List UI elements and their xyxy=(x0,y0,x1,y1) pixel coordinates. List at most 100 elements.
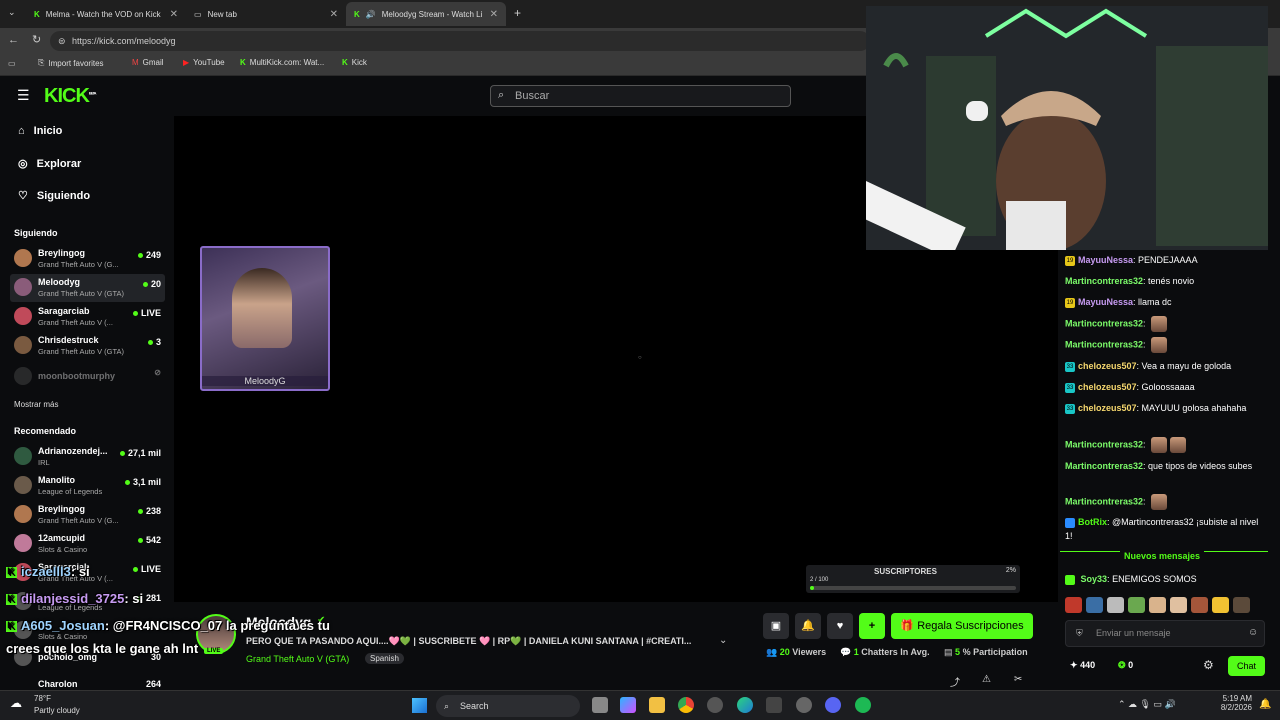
subscribe-plus-button[interactable]: + xyxy=(859,613,885,639)
close-icon[interactable]: ✕ xyxy=(490,9,498,20)
clock[interactable]: 5:19 AM 8/2/2026 xyxy=(1220,694,1252,712)
bookmark-gmail[interactable]: M Gmail xyxy=(132,58,164,67)
kicks-counter[interactable]: ❂ 0 xyxy=(1118,660,1133,671)
chat-username[interactable]: Martincontreras32 xyxy=(1065,496,1143,506)
close-icon[interactable]: ✕ xyxy=(170,9,178,20)
chat-message[interactable]: Martincontreras32: xyxy=(1065,437,1265,453)
share-icon[interactable]: ⤴ xyxy=(950,674,960,689)
follow-heart-button[interactable]: ♥ xyxy=(827,613,853,639)
chat-message[interactable]: Martincontreras32: xyxy=(1065,337,1265,353)
chat-message[interactable]: 19 MayuuNessa: PENDEJAAAA xyxy=(1065,253,1265,267)
emote-icon[interactable] xyxy=(1065,597,1082,613)
recommended-channel[interactable]: Charolon 264 xyxy=(10,672,165,690)
chat-message[interactable]: 19 MayuuNessa: llama dc xyxy=(1065,295,1265,309)
task-view-icon[interactable] xyxy=(592,697,608,713)
tab-new[interactable]: ▭ New tab ✕ xyxy=(186,2,346,26)
chat-username[interactable]: Martincontreras32 xyxy=(1065,439,1143,449)
emote-icon[interactable] xyxy=(1212,597,1229,613)
back-icon[interactable]: ← xyxy=(8,34,19,46)
tab-actions-icon[interactable]: ⌄ xyxy=(8,7,16,18)
nav-siguiendo[interactable]: ♡ Siguiendo xyxy=(18,189,90,203)
chat-message[interactable]: Martincontreras32: que tipos de videos s… xyxy=(1065,459,1265,473)
nav-inicio[interactable]: ⌂ Inicio xyxy=(18,125,62,137)
app-icon[interactable] xyxy=(766,697,782,713)
emote-icon[interactable] xyxy=(1149,597,1166,613)
bookmark-import[interactable]: ⎘ Import favorites xyxy=(38,58,104,68)
chat-message[interactable]: Martincontreras32: tenés novio xyxy=(1065,274,1265,288)
chat-username[interactable]: Martincontreras32 xyxy=(1065,339,1143,349)
chat-settings-icon[interactable]: ⚙ xyxy=(1203,658,1214,672)
bookmark-kick[interactable]: K Kick xyxy=(342,58,367,67)
spotify-icon[interactable] xyxy=(855,697,871,713)
bookmark-youtube[interactable]: ▶ YouTube xyxy=(183,58,225,67)
following-channel[interactable]: Meloodyg Grand Theft Auto V (GTA) 20 xyxy=(10,274,165,302)
close-icon[interactable]: ✕ xyxy=(330,9,338,20)
tab-meloodyg[interactable]: K 🔊 Meloodyg Stream - Watch Li... ✕ xyxy=(346,2,506,26)
kick-logo[interactable]: KICKBETA xyxy=(44,85,96,108)
new-messages-divider[interactable]: Nuevos mensajes xyxy=(1060,551,1268,563)
emote-icon[interactable] xyxy=(1107,597,1124,613)
url-field[interactable]: ⊜ https://kick.com/meloodyg xyxy=(50,31,870,51)
chat-username[interactable]: Martincontreras32 xyxy=(1065,276,1143,286)
category-link[interactable]: Grand Theft Auto V (GTA) xyxy=(246,654,349,664)
menu-icon[interactable]: ☰ xyxy=(17,87,30,104)
chat-username[interactable]: BotRix xyxy=(1078,517,1107,527)
following-channel[interactable]: Chrisdestruck Grand Theft Auto V (GTA) 3 xyxy=(10,332,165,360)
theatre-mode-button[interactable]: ▣ xyxy=(763,613,789,639)
emoji-icon[interactable]: ☺ xyxy=(1248,627,1258,638)
chat-message[interactable]: Soy33: ENEMIGOS SOMOS xyxy=(1065,572,1265,586)
emote-icon[interactable] xyxy=(1233,597,1250,613)
following-channel[interactable]: Breylingog Grand Theft Auto V (G... 249 xyxy=(10,245,165,273)
chat-message[interactable]: BotRix: @Martincontreras32 ¡subiste al n… xyxy=(1065,515,1265,543)
chat-input[interactable]: ⛨ Enviar un mensaje ☺ xyxy=(1065,620,1265,647)
reading-list-icon[interactable]: ▭ xyxy=(8,59,16,68)
chat-username[interactable]: MayuuNessa xyxy=(1078,255,1133,265)
following-channel[interactable]: Saragarciab Grand Theft Auto V (... LIVE xyxy=(10,303,165,331)
chat-message[interactable]: 33 chelozeus507: MAYUUU golosa ahahaha xyxy=(1065,401,1265,415)
language-tag[interactable]: Spanish xyxy=(365,653,404,664)
expand-title-icon[interactable]: ⌄ xyxy=(719,635,727,646)
show-more-link[interactable]: Mostrar más xyxy=(14,400,58,409)
file-explorer-icon[interactable] xyxy=(649,697,665,713)
copilot-icon[interactable] xyxy=(620,697,636,713)
nav-explorar[interactable]: ◎ Explorar xyxy=(18,157,81,171)
emote-icon[interactable] xyxy=(1128,597,1145,613)
emote-icon[interactable] xyxy=(1086,597,1103,613)
gift-subs-button[interactable]: 🎁 Regala Suscripciones xyxy=(891,613,1033,639)
following-channel-offline[interactable]: moonbootmurphy ⊘ xyxy=(10,363,165,391)
emote-icon[interactable] xyxy=(1191,597,1208,613)
emote-tray[interactable] xyxy=(1065,597,1265,613)
chrome-icon[interactable] xyxy=(678,697,694,713)
bookmark-multikick[interactable]: K MultiKick.com: Wat... xyxy=(240,58,324,67)
recommended-channel[interactable]: Manolito League of Legends 3,1 mil xyxy=(10,472,165,500)
chat-username[interactable]: Martincontreras32 xyxy=(1065,461,1143,471)
app-icon[interactable] xyxy=(707,697,723,713)
clip-icon[interactable]: ✂ xyxy=(1014,674,1022,685)
settings-icon[interactable] xyxy=(796,697,812,713)
chat-message[interactable]: 33 chelozeus507: Vea a mayu de goloda xyxy=(1065,359,1265,373)
chat-username[interactable]: chelozeus507 xyxy=(1078,403,1137,413)
reload-icon[interactable]: ↻ xyxy=(32,33,41,46)
tab-melma[interactable]: K Melma - Watch the VOD on Kick ✕ xyxy=(26,2,186,26)
new-tab-icon[interactable]: + xyxy=(514,6,521,20)
search-input[interactable]: Buscar xyxy=(490,85,791,107)
chat-username[interactable]: Martincontreras32 xyxy=(1065,318,1143,328)
recommended-channel[interactable]: 12amcupid Slots & Casino 542 xyxy=(10,530,165,558)
taskbar-search[interactable]: ⌕ Search xyxy=(436,695,580,717)
points-counter[interactable]: ✦ 440 xyxy=(1070,660,1095,671)
recommended-channel[interactable]: Breylingog Grand Theft Auto V (G... 238 xyxy=(10,501,165,529)
edge-icon[interactable] xyxy=(737,697,753,713)
site-info-icon[interactable]: ⊜ xyxy=(58,31,66,51)
chat-username[interactable]: chelozeus507 xyxy=(1078,382,1137,392)
emote-icon[interactable] xyxy=(1170,597,1187,613)
chat-send-button[interactable]: Chat xyxy=(1228,656,1265,676)
recommended-channel[interactable]: Adrianozendej... IRL 27,1 mil xyxy=(10,443,165,471)
discord-icon[interactable] xyxy=(825,697,841,713)
notification-bell-button[interactable]: 🔔 xyxy=(795,613,821,639)
chat-message[interactable]: Martincontreras32: xyxy=(1065,494,1265,510)
start-button[interactable] xyxy=(412,698,427,713)
chat-message[interactable]: Martincontreras32: xyxy=(1065,316,1265,332)
chat-username[interactable]: MayuuNessa xyxy=(1078,297,1133,307)
report-icon[interactable]: ⚠ xyxy=(982,674,991,685)
notifications-icon[interactable]: 🔔 xyxy=(1259,699,1271,710)
